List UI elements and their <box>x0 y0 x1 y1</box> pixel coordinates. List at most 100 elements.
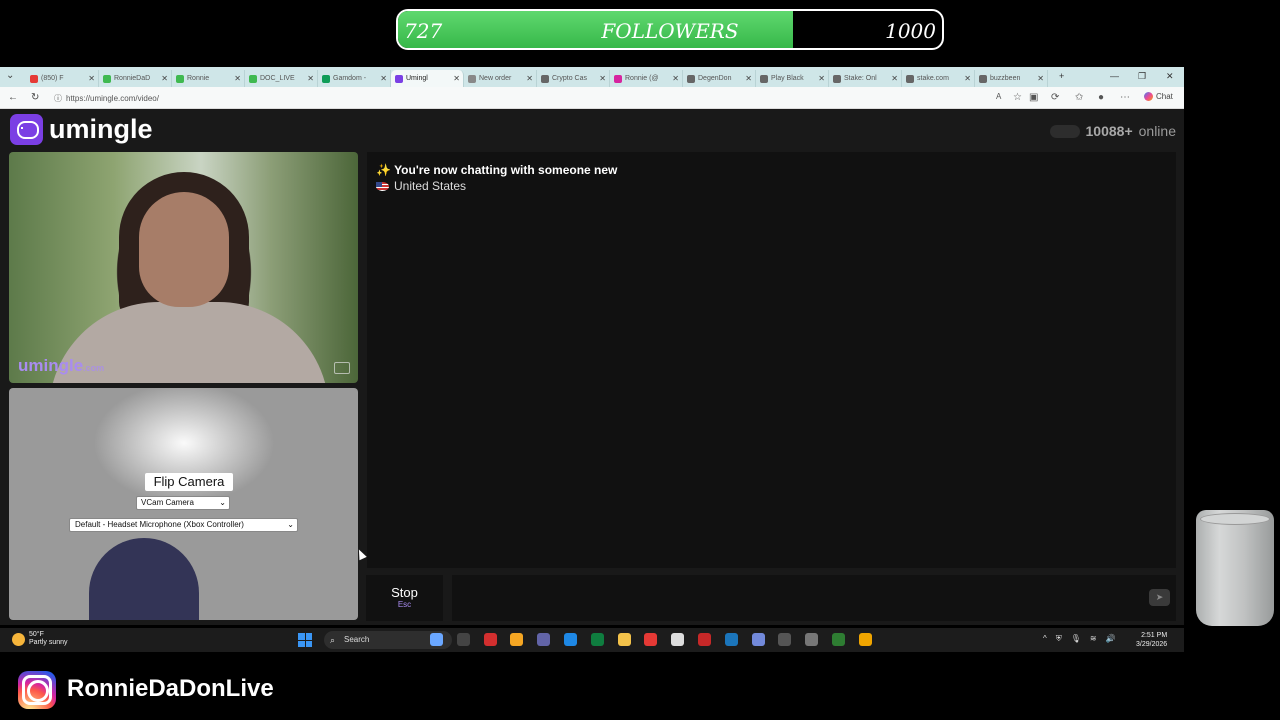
tab-favicon-icon <box>249 74 257 83</box>
profile-icon[interactable]: ● <box>1098 92 1104 103</box>
close-tab-icon[interactable]: ✕ <box>307 74 314 83</box>
favorite-star-icon[interactable]: ☆ <box>1013 92 1022 103</box>
tab-label: stake.com <box>917 75 949 82</box>
close-tab-icon[interactable]: ✕ <box>818 74 825 83</box>
close-tab-icon[interactable]: ✕ <box>964 74 971 83</box>
show-hidden-icon[interactable]: ^ <box>1043 634 1047 644</box>
sync-icon[interactable]: ⟳ <box>1051 92 1059 103</box>
taskbar-app-icon[interactable] <box>832 633 845 646</box>
minimize-button[interactable]: — <box>1110 71 1119 81</box>
camera-select[interactable]: VCam Camera ⌄ <box>136 496 230 510</box>
close-tab-icon[interactable]: ✕ <box>891 74 898 83</box>
taskbar-app-icon[interactable] <box>858 633 872 646</box>
system-message: ✨ You're now chatting with someone new <box>376 163 618 177</box>
browser-window: ⌄ (850) F ✕ RonnieDaD ✕ Ronnie ✕ DOC_LIVE ✕ Gamd… <box>0 67 1184 625</box>
browser-tab[interactable]: Umingl ✕ <box>391 70 464 87</box>
theme-toggle[interactable] <box>1049 124 1080 138</box>
browser-tab[interactable]: buzzbeen ✕ <box>975 70 1048 87</box>
wifi-icon[interactable]: ≋ <box>1090 634 1097 644</box>
taskbar-app-icon[interactable] <box>698 633 711 646</box>
tab-label: Umingl <box>406 75 428 82</box>
logo-text: umingle <box>49 114 153 144</box>
tab-list-icon[interactable]: ⌄ <box>6 70 14 81</box>
back-icon[interactable]: ← <box>8 92 18 103</box>
taskbar-app-icon[interactable] <box>537 633 551 646</box>
flip-camera-button[interactable]: Flip Camera <box>145 473 233 491</box>
us-flag-icon <box>376 182 389 191</box>
mic-icon[interactable]: 🎙 <box>1071 634 1081 644</box>
browser-tab[interactable]: Play Black ✕ <box>756 70 829 87</box>
extensions-icon[interactable]: ▣ <box>1029 92 1038 103</box>
send-icon[interactable]: ➤ <box>1149 589 1170 606</box>
chevron-down-icon: ⌄ <box>287 520 294 529</box>
browser-tab[interactable]: DOC_LIVE ✕ <box>245 70 318 87</box>
close-tab-icon[interactable]: ✕ <box>234 74 241 83</box>
tab-label: Crypto Cas <box>552 75 588 82</box>
url-field[interactable]: https://umingle.com/video/ <box>60 91 990 106</box>
browser-tab[interactable]: stake.com ✕ <box>902 70 975 87</box>
weather-temp: 50°F <box>29 631 44 638</box>
taskbar-app-icon[interactable] <box>751 633 765 646</box>
new-tab-button[interactable]: + <box>1059 71 1064 81</box>
close-window-button[interactable]: ✕ <box>1166 71 1174 82</box>
browser-tab[interactable]: Stake: Onl ✕ <box>829 70 902 87</box>
browser-tab[interactable]: Gamdom - ✕ <box>318 70 391 87</box>
close-tab-icon[interactable]: ✕ <box>745 74 752 83</box>
favorites-icon[interactable]: ✩ <box>1075 92 1083 103</box>
copilot-label: Chat <box>1156 92 1173 101</box>
taskbar-app-icon[interactable] <box>644 633 658 646</box>
close-tab-icon[interactable]: ✕ <box>526 74 533 83</box>
chevron-down-icon: ⌄ <box>219 498 226 507</box>
clock[interactable]: 2:51 PM 3/29/2026 <box>1136 631 1167 649</box>
close-tab-icon[interactable]: ✕ <box>161 74 168 83</box>
follower-goal-bar: 727 FOLLOWERS 1000 <box>396 9 944 50</box>
tab-favicon-icon <box>30 74 38 83</box>
close-tab-icon[interactable]: ✕ <box>1037 74 1044 83</box>
stranger-video: umingle.com <box>9 152 358 383</box>
browser-tab[interactable]: New order ✕ <box>464 70 537 87</box>
stop-button[interactable]: Stop Esc <box>366 575 443 621</box>
browser-tab[interactable]: DegenDon ✕ <box>683 70 756 87</box>
browser-tab[interactable]: (850) F ✕ <box>26 70 99 87</box>
security-icon[interactable]: ⛨ <box>1056 634 1062 644</box>
volume-icon[interactable]: 🔊 <box>1106 634 1116 644</box>
taskbar-app-icon[interactable] <box>430 633 443 646</box>
weather-icon <box>12 632 25 646</box>
taskbar-app-icon[interactable] <box>805 633 819 646</box>
browser-tab[interactable]: Ronnie ✕ <box>172 70 245 87</box>
tab-favicon-icon <box>103 74 111 83</box>
taskbar-app-icon[interactable] <box>510 633 524 646</box>
tab-label: buzzbeen <box>990 75 1021 82</box>
taskbar-app-icon[interactable] <box>456 633 470 646</box>
message-input[interactable] <box>452 575 1176 621</box>
followers-label: FOLLOWERS <box>601 19 739 43</box>
windows-start-icon[interactable] <box>298 633 312 647</box>
close-tab-icon[interactable]: ✕ <box>380 74 387 83</box>
taskbar-app-icon[interactable] <box>564 633 577 646</box>
read-aloud-icon[interactable]: A <box>996 92 1001 101</box>
tab-label: DegenDon <box>698 75 732 82</box>
taskbar-app-icon[interactable] <box>724 633 738 646</box>
weather-widget[interactable]: 50°F Partly sunny <box>12 631 68 647</box>
close-tab-icon[interactable]: ✕ <box>672 74 679 83</box>
taskbar-app-icon[interactable] <box>778 633 792 646</box>
close-tab-icon[interactable]: ✕ <box>599 74 606 83</box>
more-menu-icon[interactable]: ⋯ <box>1120 92 1130 103</box>
taskbar-app-icon[interactable] <box>617 633 631 646</box>
maximize-button[interactable]: ❐ <box>1138 71 1146 82</box>
browser-tab[interactable]: Ronnie (@ ✕ <box>610 70 683 87</box>
umingle-logo[interactable]: umingle <box>10 114 153 145</box>
close-tab-icon[interactable]: ✕ <box>88 74 95 83</box>
microphone-select[interactable]: Default - Headset Microphone (Xbox Contr… <box>69 518 298 532</box>
taskbar-app-icon[interactable] <box>671 633 685 646</box>
tab-favicon-icon <box>614 74 622 83</box>
browser-tab[interactable]: Crypto Cas ✕ <box>537 70 610 87</box>
copilot-chat-button[interactable]: Chat <box>1144 92 1173 101</box>
close-tab-icon[interactable]: ✕ <box>453 74 460 83</box>
browser-tab[interactable]: RonnieDaD ✕ <box>99 70 172 87</box>
taskbar-app-icon[interactable] <box>483 633 497 646</box>
refresh-icon[interactable]: ↻ <box>31 92 39 103</box>
tab-favicon-icon <box>979 74 987 83</box>
report-flag-icon[interactable] <box>334 362 350 374</box>
taskbar-app-icon[interactable] <box>590 633 604 646</box>
